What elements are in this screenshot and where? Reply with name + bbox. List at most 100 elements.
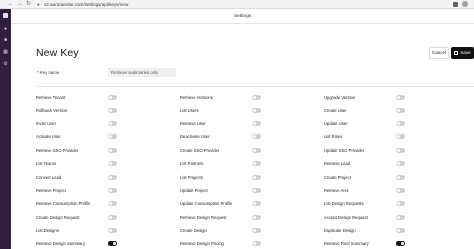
permission-label: List Roles [324,134,343,139]
permission-label: List Projects [180,175,203,180]
logo-icon[interactable] [3,13,8,18]
permission-row: Deactivate User [180,133,261,140]
permission-row: List Roles [324,133,405,140]
key-name-input[interactable] [108,68,176,77]
permission-label: Accept Design Request [324,215,368,220]
address-bar[interactable]: ● v2.auroraeolar.com/settings/api/keys/n… [37,1,453,8]
folder-icon[interactable]: ■ [3,38,8,43]
back-icon[interactable]: ← [6,0,15,9]
permission-toggle[interactable] [108,175,117,180]
permission-row: List Designs [36,227,117,234]
permission-row: Retrieve AHJ [324,187,405,194]
permission-toggle[interactable] [252,161,261,166]
permission-toggle[interactable] [396,215,405,220]
permission-toggle[interactable] [108,241,117,246]
permission-toggle[interactable] [108,228,117,233]
permission-toggle[interactable] [108,161,117,166]
permission-row: List Partners [180,160,261,167]
permission-row: Retrieve Tenant [36,94,117,101]
permission-toggle[interactable] [252,95,261,100]
permission-toggle[interactable] [252,228,261,233]
permission-toggle[interactable] [396,148,405,153]
permission-toggle[interactable] [396,228,405,233]
sidebar: ● ■ ▦ ⚙ [0,9,11,249]
permission-label: List Designs [36,228,59,233]
permission-row: Accept Design Request [324,214,405,221]
permission-row: Convert Lead [36,174,117,181]
permission-toggle[interactable] [396,188,405,193]
permission-toggle[interactable] [108,108,117,113]
permission-row: Retrieve Design Request [180,214,261,221]
permission-toggle[interactable] [396,134,405,139]
permission-row: List Projects [180,174,261,181]
permission-toggle[interactable] [396,161,405,166]
save-button-label: Save [460,50,471,55]
extensions-icon[interactable] [453,1,458,7]
permission-toggle[interactable] [108,121,117,126]
permission-toggle[interactable] [108,188,117,193]
permission-toggle[interactable] [252,215,261,220]
permission-row: List Users [180,107,261,114]
permission-toggle[interactable] [252,134,261,139]
permission-toggle[interactable] [108,148,117,153]
permission-label: Update Project [180,188,208,193]
save-button[interactable]: Save [451,47,474,59]
permission-label: Retrieve Design Pricing [180,241,224,246]
browser-toolbar: ← → ↻ ● v2.auroraeolar.com/settings/api/… [0,0,474,9]
profile-avatar[interactable] [462,1,468,7]
permission-label: Update Consumption Profile [180,201,233,206]
permission-row: Retrieve Project [36,187,117,194]
permission-toggle[interactable] [252,175,261,180]
permission-row: Retrieve Design Summary [36,240,117,247]
permission-toggle[interactable] [108,95,117,100]
permission-toggle[interactable] [396,121,405,126]
permission-label: Deactivate User [180,134,210,139]
permission-toggle[interactable] [108,201,117,206]
permission-row: Retrieve Consumption Profile [36,200,117,207]
settings-icon[interactable]: ⚙ [3,62,8,67]
permission-label: Retrieve Consumption Profile [36,201,91,206]
permission-toggle[interactable] [108,134,117,139]
permission-label: Update SSO Provider [324,148,365,153]
app-header: Settings [11,9,474,24]
permission-row: Retrieve Roof Summary [324,240,405,247]
chart-icon[interactable]: ▦ [3,50,8,55]
permission-row: Update Project [180,187,261,194]
save-icon [454,51,459,55]
permission-toggle[interactable] [108,215,117,220]
permission-row: Retrieve Design Pricing [180,240,261,247]
permission-label: Retrieve Design Summary [36,241,85,246]
header-title: Settings [233,13,252,19]
permission-toggle[interactable] [396,175,405,180]
permission-row: Update SSO Provider [324,147,405,154]
forward-icon[interactable]: → [15,0,24,9]
permission-toggle[interactable] [396,95,405,100]
permission-row: Retrieve Versions [180,94,261,101]
permission-label: List Design Requests [324,201,364,206]
permission-label: Retrieve Design Request [180,215,227,220]
permission-toggle[interactable] [252,241,261,246]
site-info-icon[interactable]: ● [37,2,44,7]
page-title: New Key [36,47,79,59]
permission-toggle[interactable] [252,201,261,206]
permission-toggle[interactable] [252,108,261,113]
permission-toggle[interactable] [252,148,261,153]
permission-label: Retrieve User [180,121,206,126]
users-icon[interactable]: ● [3,27,8,32]
permission-label: Rollback Version [36,108,68,113]
permission-toggle[interactable] [252,188,261,193]
permission-toggle[interactable] [252,121,261,126]
divider [36,86,474,87]
cancel-button[interactable]: Cancel [429,47,449,59]
permission-row: Activate User [36,133,117,140]
permission-toggle[interactable] [396,201,405,206]
permission-label: Retrieve Roof Summary [324,241,369,246]
permission-toggle[interactable] [396,241,405,246]
permission-label: Retrieve AHJ [324,188,349,193]
permission-toggle[interactable] [396,108,405,113]
permission-label: Create User [324,108,347,113]
reload-icon[interactable]: ↻ [24,0,33,9]
permission-label: Create Design [180,228,207,233]
permission-row: List Teams [36,160,117,167]
permission-row: List Design Requests [324,200,405,207]
